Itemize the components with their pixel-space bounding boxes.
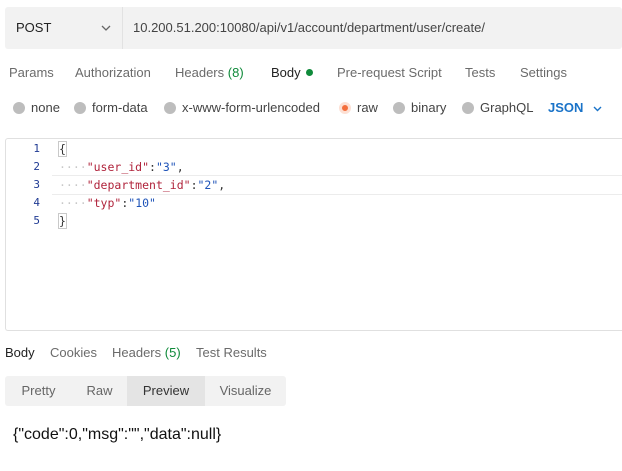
code-line: ····"typ":"10"	[59, 196, 156, 210]
code-line: {	[58, 141, 67, 157]
radio-checked-icon	[339, 102, 351, 114]
response-tabs: Body Cookies Headers (5) Test Results	[0, 343, 622, 363]
radio-none-label: none	[31, 100, 60, 115]
tab-headers-label: Headers	[175, 65, 225, 80]
tab-headers-count: (8)	[227, 65, 244, 80]
code-line: ····"user_id":"3",	[59, 160, 184, 174]
tab-settings[interactable]: Settings	[520, 65, 567, 80]
tab-headers[interactable]: Headers (8)	[175, 65, 244, 80]
tab-prerequest-script[interactable]: Pre-request Script	[337, 65, 442, 80]
json-key: "user_id"	[86, 160, 150, 174]
radio-binary-label: binary	[411, 100, 447, 115]
view-visualize-button[interactable]: Visualize	[205, 376, 286, 406]
radio-circle-icon	[393, 102, 405, 114]
code-editor[interactable]: 1 2 3 4 5 { ····"user_id":"3", ····"depa…	[5, 138, 622, 331]
radio-urlencoded[interactable]: x-www-form-urlencoded	[164, 100, 320, 115]
chevron-down-icon[interactable]	[592, 103, 603, 114]
indent-guide: ····	[59, 160, 87, 174]
line-number: 4	[33, 196, 40, 209]
radio-circle-icon	[462, 102, 474, 114]
response-tab-headers-count: (5)	[164, 345, 181, 360]
json-key: "department_id"	[86, 178, 191, 192]
open-brace: {	[58, 141, 67, 157]
tab-params[interactable]: Params	[9, 65, 54, 80]
body-indicator-dot	[305, 69, 313, 76]
radio-circle-icon	[74, 102, 86, 114]
radio-raw[interactable]: raw	[339, 100, 378, 115]
line-number: 2	[33, 160, 40, 173]
radio-graphql-label: GraphQL	[480, 100, 534, 115]
json-key: "typ"	[86, 196, 122, 210]
body-type-options: none form-data x-www-form-urlencoded raw…	[0, 97, 622, 119]
tab-body[interactable]: Body	[271, 65, 313, 80]
response-tab-test-results[interactable]: Test Results	[196, 345, 267, 360]
response-tab-headers[interactable]: Headers (5)	[112, 345, 181, 360]
url-bar: POST 10.200.51.200:10080/api/v1/account/…	[5, 7, 622, 49]
close-brace: }	[58, 213, 67, 229]
json-value: "10"	[128, 196, 156, 210]
radio-none[interactable]: none	[13, 100, 60, 115]
method-label: POST	[16, 20, 52, 35]
radio-form-data[interactable]: form-data	[74, 100, 148, 115]
radio-circle-icon	[164, 102, 176, 114]
tab-body-label: Body	[271, 65, 301, 80]
format-select[interactable]: JSON	[548, 100, 583, 115]
json-value: "2"	[197, 178, 219, 192]
radio-graphql[interactable]: GraphQL	[462, 100, 533, 115]
view-pretty-button[interactable]: Pretty	[5, 376, 72, 406]
indent-guide: ····	[59, 178, 87, 192]
code-line: }	[58, 213, 67, 229]
method-select[interactable]: POST	[5, 7, 122, 49]
line-number-gutter: 1 2 3 4 5	[6, 139, 52, 330]
radio-urlencoded-label: x-www-form-urlencoded	[182, 100, 320, 115]
radio-raw-label: raw	[357, 100, 378, 115]
code-line: ····"department_id":"2",	[59, 178, 226, 192]
response-tab-headers-label: Headers	[112, 345, 162, 360]
radio-circle-icon	[13, 102, 25, 114]
line-number: 3	[33, 178, 40, 191]
radio-binary[interactable]: binary	[393, 100, 446, 115]
response-tab-cookies[interactable]: Cookies	[50, 345, 97, 360]
view-preview-button[interactable]: Preview	[127, 376, 205, 406]
tab-authorization[interactable]: Authorization	[75, 65, 151, 80]
url-input[interactable]: 10.200.51.200:10080/api/v1/account/depar…	[133, 20, 485, 35]
view-raw-button[interactable]: Raw	[72, 376, 127, 406]
chevron-down-icon	[101, 25, 111, 31]
tab-tests[interactable]: Tests	[465, 65, 495, 80]
response-body: {"code":0,"msg":"","data":null}	[13, 426, 222, 443]
radio-form-data-label: form-data	[92, 100, 148, 115]
view-mode-toggle: Pretty Raw Preview Visualize	[5, 376, 286, 406]
url-divider	[122, 7, 123, 49]
indent-guide: ····	[59, 196, 87, 210]
json-value: "3"	[155, 160, 177, 174]
request-tabs: Params Authorization Headers (8) Body Pr…	[0, 62, 622, 84]
line-number: 1	[33, 142, 40, 155]
line-number: 5	[33, 214, 40, 227]
response-tab-body[interactable]: Body	[5, 345, 35, 360]
